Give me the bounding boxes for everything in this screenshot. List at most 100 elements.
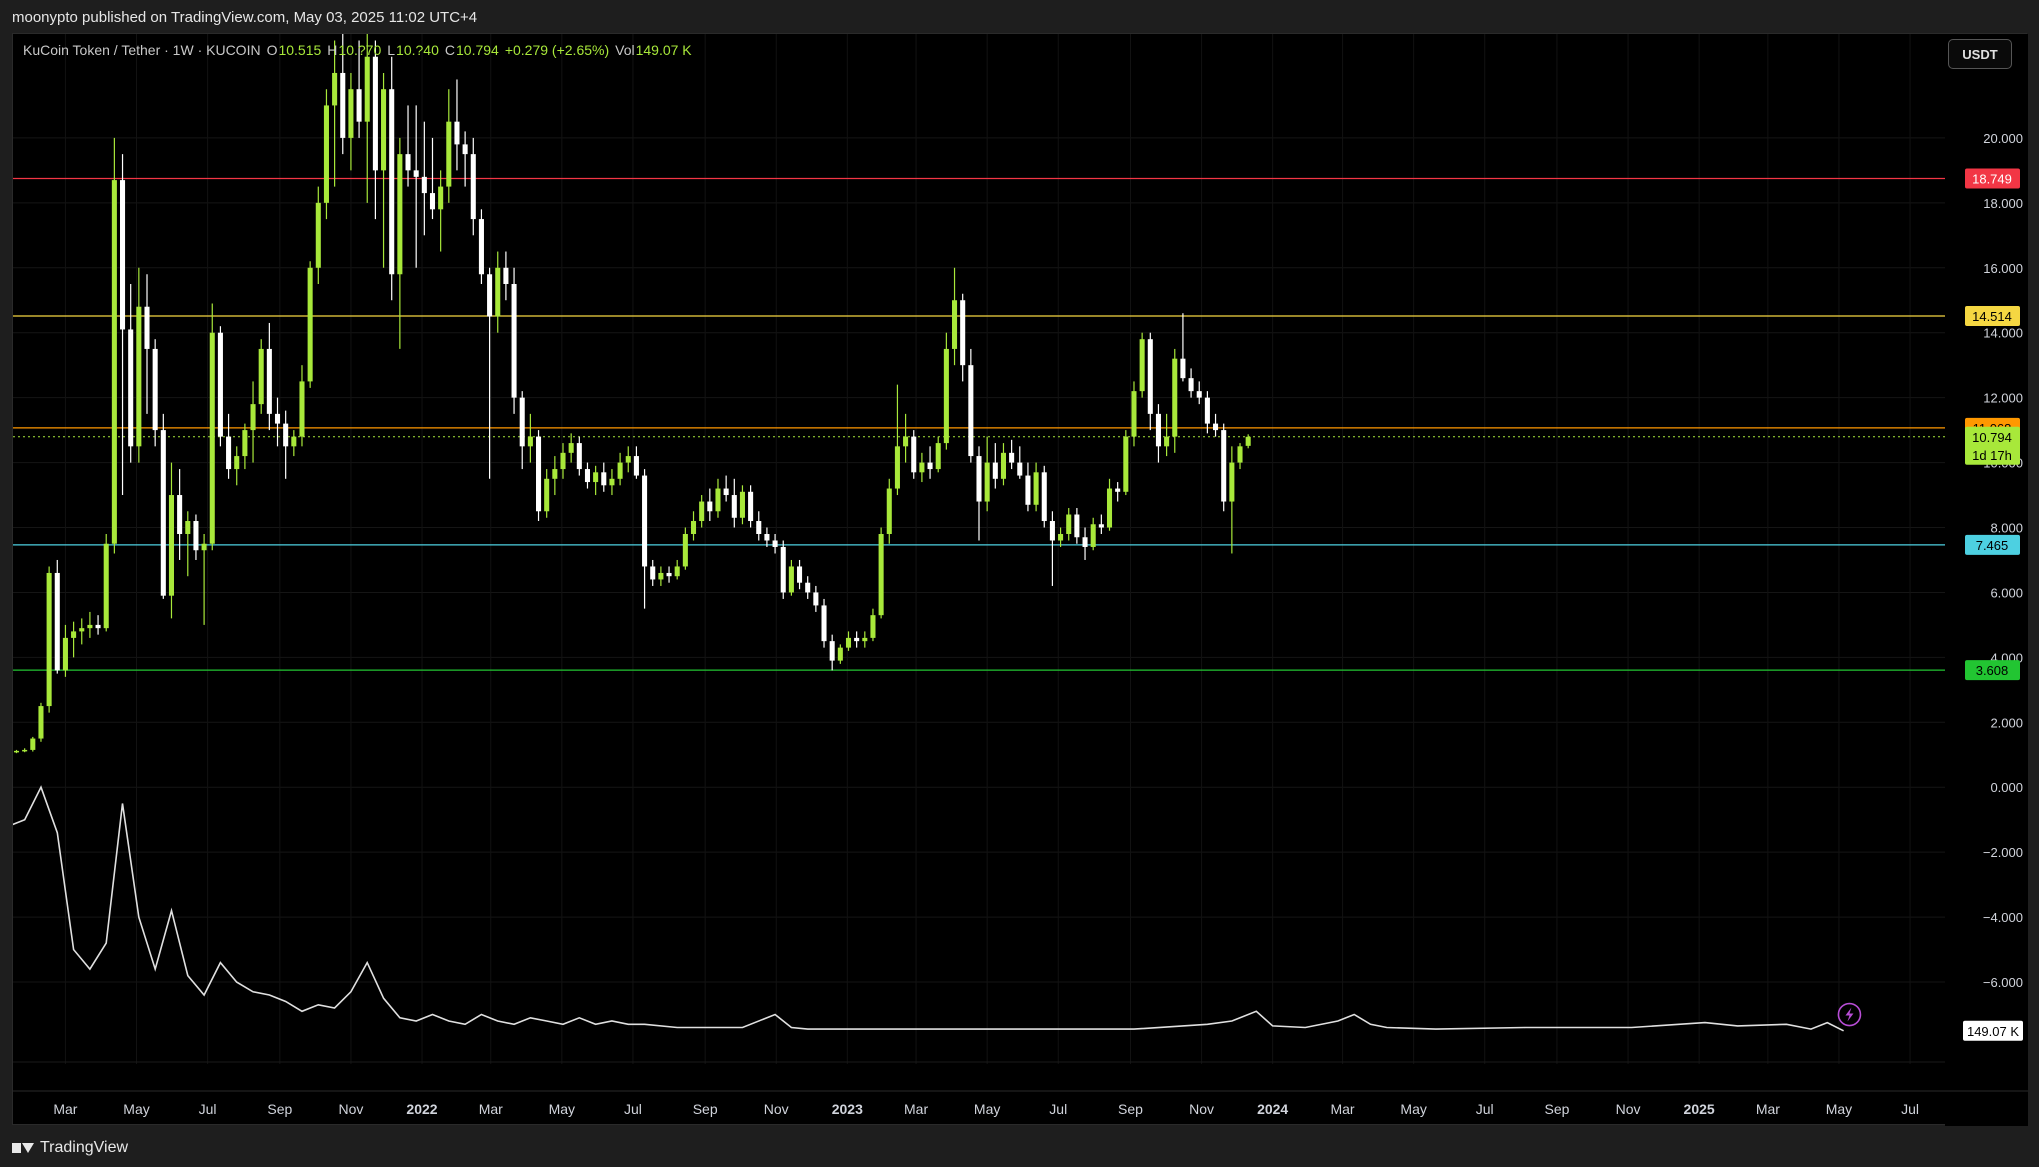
candle-body: [1106, 488, 1113, 528]
time-tick-label: Jul: [199, 1101, 217, 1117]
candle-body: [1196, 391, 1202, 398]
candle-body: [976, 456, 982, 502]
candle-body: [519, 397, 525, 447]
legend-low-label: L: [387, 42, 396, 58]
candle-body: [283, 423, 289, 447]
bar-countdown-label: 1d 17h: [1972, 448, 2012, 463]
candle-body: [1066, 514, 1072, 534]
candle-body: [911, 436, 917, 473]
candle-body: [960, 300, 966, 366]
candle-body: [381, 89, 387, 171]
candle-body: [22, 749, 28, 752]
candle-body: [266, 348, 272, 414]
legend-high: 10.?70: [338, 42, 382, 58]
legend-change: +0.279 (+2.65%): [504, 42, 610, 58]
last-price-label: 10.794: [1972, 430, 2012, 445]
candle-body: [674, 566, 680, 577]
candle-body: [690, 521, 697, 534]
price-chart[interactable]: 20.00018.00016.00014.00012.00010.0008.00…: [13, 34, 2028, 1126]
candle-body: [405, 154, 411, 171]
candle-body: [111, 180, 117, 544]
candle-body: [71, 631, 77, 638]
symbol-legend: KuCoin Token / Tether · 1W · KUCOIN O10.…: [23, 42, 692, 58]
time-tick-label: Sep: [693, 1101, 718, 1117]
candle-body: [650, 566, 656, 580]
candle-body: [805, 582, 811, 593]
grid-lines: [13, 34, 1945, 1064]
candle-body: [389, 89, 395, 275]
candle-body: [666, 572, 672, 577]
time-tick-label: Jul: [1049, 1101, 1067, 1117]
candle-body: [1237, 446, 1243, 463]
candle-body: [258, 348, 264, 405]
candle-body: [79, 628, 85, 632]
candle-body: [95, 624, 101, 629]
candle-body: [1033, 472, 1039, 505]
time-tick-label: May: [1400, 1101, 1426, 1117]
time-tick-label: Jul: [624, 1101, 642, 1117]
price-tick-label: 6.000: [1990, 585, 2023, 600]
lightning-icon-bolt: [1845, 1007, 1854, 1022]
price-tick-label: 20.000: [1983, 131, 2023, 146]
candle-body: [593, 472, 599, 483]
candle-body: [1041, 472, 1047, 522]
time-tick-label: May: [123, 1101, 149, 1117]
time-tick-label: May: [549, 1101, 575, 1117]
candle-body: [87, 624, 93, 629]
legend-high-label: H: [327, 42, 338, 58]
legend-symbol: KuCoin Token / Tether · 1W · KUCOIN: [23, 42, 261, 58]
candle-body: [992, 462, 998, 479]
candle-body: [470, 154, 476, 220]
candle-body: [421, 176, 427, 194]
candle-body: [536, 436, 542, 512]
candle-body: [903, 436, 909, 447]
level-price-label: 7.465: [1976, 538, 2009, 553]
candle-body: [120, 180, 126, 330]
candle-body: [829, 641, 835, 661]
candle-body: [952, 300, 958, 349]
candle-body: [870, 615, 876, 638]
candle-body: [136, 306, 142, 447]
time-tick-label: Mar: [1330, 1101, 1354, 1117]
candle-body: [943, 348, 949, 444]
candle-body: [1229, 462, 1235, 502]
candle-body: [1009, 452, 1015, 463]
currency-button[interactable]: USDT: [1948, 39, 2012, 69]
candle-body: [168, 495, 175, 596]
candle-body: [1155, 413, 1161, 447]
candle-body: [1000, 452, 1006, 479]
volume-line: [13, 785, 1862, 1032]
candle-body: [748, 491, 754, 522]
time-tick-label: 2025: [1684, 1101, 1715, 1117]
candle-body: [1245, 436, 1251, 446]
candle-body: [478, 219, 484, 275]
time-tick-label: Mar: [1756, 1101, 1780, 1117]
volume-value-label: 149.07 K: [1967, 1024, 2019, 1039]
candle-body: [1188, 378, 1194, 392]
candle-body: [1213, 423, 1219, 431]
candle-body: [1123, 436, 1129, 492]
candle-body: [894, 446, 900, 489]
time-tick-label: Mar: [904, 1101, 928, 1117]
candle-body: [552, 469, 558, 479]
candle-body: [862, 637, 868, 642]
price-tick-label: −6.000: [1983, 975, 2023, 990]
time-tick-label: May: [974, 1101, 1000, 1117]
candle-body: [788, 566, 794, 593]
chart-panel[interactable]: 20.00018.00016.00014.00012.00010.0008.00…: [12, 33, 2028, 1126]
candle-body: [511, 284, 517, 398]
candle-body: [413, 170, 419, 177]
candle-body: [193, 521, 199, 551]
candle-body: [217, 332, 223, 437]
candle-body: [723, 488, 729, 496]
candle-body: [364, 56, 370, 122]
candle-body: [739, 491, 745, 518]
candle-body: [878, 534, 884, 616]
candle-body: [54, 572, 60, 671]
candle-body: [756, 521, 762, 534]
candle-body: [348, 89, 354, 138]
volume-series-line: [13, 785, 1844, 1032]
candle-body: [1017, 462, 1023, 476]
level-price-label: 18.749: [1972, 172, 2012, 187]
candle-body: [1139, 339, 1145, 392]
